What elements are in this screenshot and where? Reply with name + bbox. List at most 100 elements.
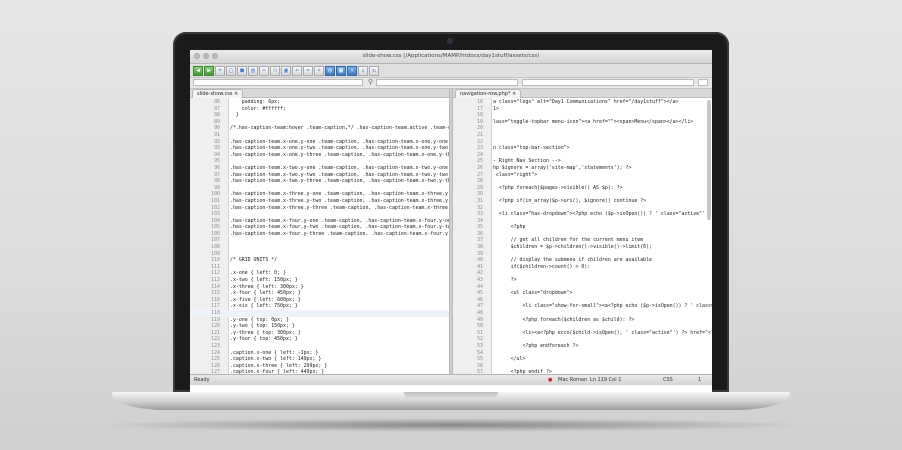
new-icon[interactable]: + — [215, 66, 225, 76]
code-line[interactable]: 48 — [453, 310, 712, 317]
open-icon[interactable]: □ — [226, 66, 236, 76]
code-line[interactable]: 39 — [453, 251, 712, 258]
code-line[interactable]: 26 hp $ignore = array('site-map','stateme… — [453, 165, 712, 172]
code-line[interactable]: 106 .has-caption-team.x-four.y-three .tea… — [190, 231, 449, 238]
code-line[interactable]: 120 .y-two { top: 150px; } — [190, 323, 449, 330]
code-line[interactable]: 113 .x-two { left: 150px; } — [190, 277, 449, 284]
code-line[interactable]: 117 .x-six { left: 750px; } — [190, 303, 449, 310]
code-line[interactable]: 105 .has-caption-team.x-four.y-two .team-… — [190, 224, 449, 231]
code-line[interactable]: 125 .caption.x-two { left: 149px; } — [190, 356, 449, 363]
code-line[interactable]: 52 — [453, 336, 712, 343]
code-line[interactable]: 43 ?> — [453, 277, 712, 284]
save-icon[interactable]: ■ — [237, 66, 247, 76]
code-line[interactable]: 95 — [190, 158, 449, 165]
code-line[interactable]: 33 <li class="has-dropdown"><?php echo (… — [453, 211, 712, 218]
code-line[interactable]: 51 <li><a<?php ecco($child->isOpen(), ' … — [453, 330, 712, 337]
code-line[interactable]: 88 } — [190, 112, 449, 119]
function-menu[interactable] — [193, 79, 363, 86]
left-editor-pane[interactable]: 86 padding: 6px; 87 color: #ffffff; 88 } 89… — [190, 98, 449, 374]
code-line[interactable]: 49 <?php foreach($children as $child): ?… — [453, 317, 712, 324]
code-line[interactable]: 20 — [453, 125, 712, 132]
code-line[interactable]: 23 n class="top-bar-section"> — [453, 145, 712, 152]
code-line[interactable]: 31 <?php if(in_array($p->uri(), $ignore)… — [453, 198, 712, 205]
upload-icon[interactable]: ↑ — [347, 66, 357, 76]
right-editor-pane[interactable]: 16 a class="logo" alt="Day1 Communication… — [453, 98, 712, 374]
zoom-window-button[interactable] — [212, 53, 218, 59]
tab-slide-show-css[interactable]: slide-show.css × — [192, 89, 244, 98]
close-window-button[interactable] — [194, 53, 200, 59]
back-icon[interactable]: ◀ — [193, 66, 203, 76]
copy-icon[interactable]: ❐ — [270, 66, 280, 76]
code-line[interactable]: 123 — [190, 343, 449, 350]
code-line[interactable]: 104 .has-caption-team.x-four.y-one .team-… — [190, 218, 449, 225]
download-icon[interactable]: ↓ — [358, 66, 368, 76]
code-line[interactable]: 53 <?php endforeach ?> — [453, 343, 712, 350]
sync-icon[interactable]: ↻ — [369, 66, 379, 76]
cut-icon[interactable]: ✂ — [259, 66, 269, 76]
code-line[interactable]: 47 <li class="show-for-small"><a<?php ec… — [453, 303, 712, 310]
code-line[interactable]: 107 — [190, 237, 449, 244]
code-line[interactable]: 102 .has-caption-team.x-three.y-three .te… — [190, 205, 449, 212]
code-line[interactable]: 112 .x-one { left: 0; } — [190, 270, 449, 277]
code-line[interactable]: 16 a class="logo" alt="Day1 Communication… — [453, 99, 712, 106]
code-line[interactable]: 94 .has-caption-team.x-one.y-three .team-… — [190, 152, 449, 159]
paste-icon[interactable]: ▣ — [281, 66, 291, 76]
code-line[interactable]: 119 .y-one { top: 0px; } — [190, 317, 449, 324]
code-line[interactable]: 126 .caption.x-three { left: 299px; } — [190, 363, 449, 370]
language-menu[interactable]: CSS — [663, 375, 673, 385]
code-line[interactable]: 103 — [190, 211, 449, 218]
code-line[interactable]: 92 .has-caption-team.x-one.y-one .team-ca… — [190, 139, 449, 146]
code-line[interactable]: 86 padding: 6px; — [190, 99, 449, 106]
globe-icon[interactable]: ◎ — [325, 66, 335, 76]
vertical-scrollbar[interactable] — [707, 100, 711, 220]
code-line[interactable]: 17 1> — [453, 106, 712, 113]
redo-icon[interactable]: ↷ — [303, 66, 313, 76]
code-line[interactable]: 91 — [190, 132, 449, 139]
code-line[interactable]: 45 <ul class="dropdown"> — [453, 290, 712, 297]
warning-icon[interactable]: ● — [548, 375, 552, 385]
code-line[interactable]: 32 — [453, 205, 712, 212]
code-line[interactable]: 22 — [453, 139, 712, 146]
code-line[interactable]: 101 .has-caption-team.x-three.y-two .team… — [190, 198, 449, 205]
code-line[interactable]: 109 — [190, 251, 449, 258]
tab-navigation-row-php[interactable]: navigation-row.php* × — [455, 89, 522, 98]
code-line[interactable]: 38 $children = $p->children()->visible()… — [453, 244, 712, 251]
forward-icon[interactable]: ▶ — [204, 66, 214, 76]
find-icon[interactable]: ⌕ — [314, 66, 324, 76]
code-line[interactable]: 110 /* GRID UNITS */ — [190, 257, 449, 264]
code-line[interactable]: 87 color: #ffffff; — [190, 106, 449, 113]
code-line[interactable]: 116 .x-five { left: 600px; } — [190, 297, 449, 304]
code-line[interactable]: 19 lass="toggle-topbar menu-icon"><a href… — [453, 119, 712, 126]
code-line[interactable]: 42 — [453, 270, 712, 277]
encoding-menu[interactable]: Mac Roman — [558, 375, 587, 385]
navigation-menu[interactable] — [522, 79, 694, 86]
code-line[interactable]: 90 /*.has-caption-team:hover .team-captio… — [190, 125, 449, 132]
code-line[interactable]: 56 — [453, 363, 712, 370]
code-line[interactable]: 100 .has-caption-team.x-three.y-one .team… — [190, 191, 449, 198]
code-line[interactable]: 115 .x-four { left: 450px; } — [190, 290, 449, 297]
code-line[interactable]: 118 — [190, 310, 449, 317]
code-line[interactable]: 121 .y-three { top: 300px; } — [190, 330, 449, 337]
search-field[interactable] — [376, 79, 518, 86]
code-line[interactable]: 37 // get all children for the current m… — [453, 237, 712, 244]
code-line[interactable]: 41 if($children->count() > 0): — [453, 264, 712, 271]
code-line[interactable]: 124 .caption.x-one { left: -1px; } — [190, 350, 449, 357]
undo-icon[interactable]: ↶ — [292, 66, 302, 76]
preview-icon[interactable]: ▦ — [336, 66, 346, 76]
split-toggle-button[interactable] — [698, 79, 708, 86]
code-line[interactable]: 97 .has-caption-team.x-two.y-two .team-ca… — [190, 172, 449, 179]
code-line[interactable]: 28 — [453, 178, 712, 185]
code-line[interactable]: 114 .x-three { left: 300px; } — [190, 284, 449, 291]
code-line[interactable]: 34 — [453, 218, 712, 225]
code-line[interactable]: 93 .has-caption-team.x-one.y-two .team-ca… — [190, 145, 449, 152]
code-line[interactable]: 50 — [453, 323, 712, 330]
code-line[interactable]: 24 — [453, 152, 712, 159]
code-line[interactable]: 35 <?php — [453, 224, 712, 231]
code-line[interactable]: 40 // display the submenu if children ar… — [453, 257, 712, 264]
code-line[interactable]: 30 — [453, 191, 712, 198]
code-line[interactable]: 25 - Right Nav Section --> — [453, 158, 712, 165]
code-line[interactable]: 108 — [190, 244, 449, 251]
code-line[interactable]: 29 <?php foreach($pages->visible() AS $p… — [453, 185, 712, 192]
code-line[interactable]: 89 — [190, 119, 449, 126]
print-icon[interactable]: ▤ — [248, 66, 258, 76]
